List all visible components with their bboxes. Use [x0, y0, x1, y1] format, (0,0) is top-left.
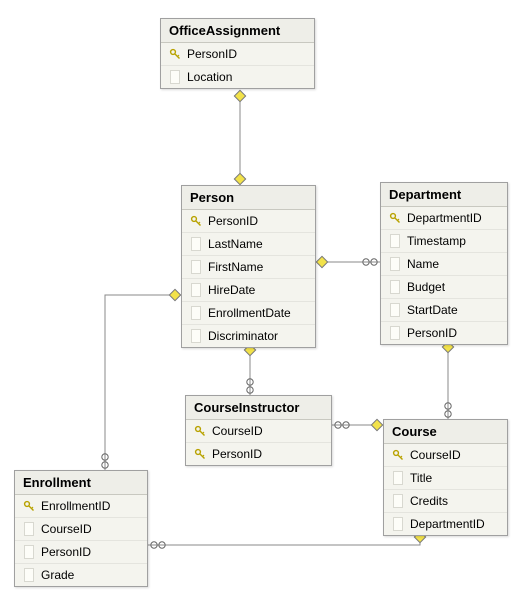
column-name: Grade	[37, 568, 74, 582]
column-name: EnrollmentID	[37, 499, 110, 513]
rel-person-courseinstructor	[244, 344, 255, 395]
column-row[interactable]: CourseID	[15, 517, 147, 540]
blank-key	[390, 494, 406, 508]
key-icon	[192, 448, 208, 460]
column-row[interactable]: HireDate	[182, 278, 315, 301]
column-name: CourseID	[208, 424, 263, 438]
entity-columns: CourseID PersonID	[186, 420, 331, 465]
pk-column-row[interactable]: PersonID	[182, 210, 315, 232]
column-row[interactable]: Location	[161, 65, 314, 88]
column-row[interactable]: Timestamp	[381, 229, 507, 252]
key-icon	[188, 215, 204, 227]
rel-person-enrollment	[102, 289, 181, 470]
entity-columns: CourseID Title Credits DepartmentID	[384, 444, 507, 535]
column-row[interactable]: FirstName	[182, 255, 315, 278]
column-row[interactable]: DepartmentID	[384, 512, 507, 535]
column-name: DepartmentID	[406, 517, 485, 531]
column-name: CourseID	[406, 448, 461, 462]
blank-key	[188, 260, 204, 274]
key-icon	[192, 425, 208, 437]
key-icon	[387, 212, 403, 224]
blank-key	[21, 522, 37, 536]
entity-person[interactable]: Person PersonID LastName FirstName HireDate…	[181, 185, 316, 348]
column-name: PersonID	[208, 447, 262, 461]
blank-key	[21, 545, 37, 559]
column-name: Budget	[403, 280, 445, 294]
entity-columns: PersonID Location	[161, 43, 314, 88]
entity-title: Person	[182, 186, 315, 210]
pk-column-row[interactable]: PersonID	[161, 43, 314, 65]
column-name: Timestamp	[403, 234, 466, 248]
rel-person-department	[316, 256, 380, 267]
entity-title: Department	[381, 183, 507, 207]
column-row[interactable]: Grade	[15, 563, 147, 586]
column-name: StartDate	[403, 303, 458, 317]
blank-key	[387, 326, 403, 340]
column-name: Discriminator	[204, 329, 278, 343]
column-row[interactable]: Title	[384, 466, 507, 489]
entity-title: CourseInstructor	[186, 396, 331, 420]
blank-key	[188, 329, 204, 343]
column-name: Credits	[406, 494, 448, 508]
column-row[interactable]: Name	[381, 252, 507, 275]
entity-course[interactable]: Course CourseID Title Credits DepartmentID	[383, 419, 508, 536]
rel-courseinstructor-course	[332, 419, 383, 430]
column-row[interactable]: PersonID	[381, 321, 507, 344]
blank-key	[188, 237, 204, 251]
blank-key	[387, 257, 403, 271]
column-row[interactable]: LastName	[182, 232, 315, 255]
pk-column-row[interactable]: DepartmentID	[381, 207, 507, 229]
column-name: HireDate	[204, 283, 255, 297]
pk-column-row[interactable]: EnrollmentID	[15, 495, 147, 517]
column-name: DepartmentID	[403, 211, 482, 225]
key-icon	[21, 500, 37, 512]
column-name: Title	[406, 471, 432, 485]
column-row[interactable]: PersonID	[15, 540, 147, 563]
column-name: PersonID	[204, 214, 258, 228]
pk-column-row[interactable]: PersonID	[186, 442, 331, 465]
key-icon	[167, 48, 183, 60]
pk-column-row[interactable]: CourseID	[186, 420, 331, 442]
entity-enrollment[interactable]: Enrollment EnrollmentID CourseID PersonID G…	[14, 470, 148, 587]
blank-key	[387, 234, 403, 248]
column-name: FirstName	[204, 260, 263, 274]
blank-key	[387, 280, 403, 294]
column-name: PersonID	[403, 326, 457, 340]
entity-title: OfficeAssignment	[161, 19, 314, 43]
entity-officeassignment[interactable]: OfficeAssignment PersonID Location	[160, 18, 315, 89]
blank-key	[167, 70, 183, 84]
blank-key	[390, 471, 406, 485]
column-row[interactable]: Discriminator	[182, 324, 315, 347]
blank-key	[188, 283, 204, 297]
entity-columns: EnrollmentID CourseID PersonID Grade	[15, 495, 147, 586]
column-name: Location	[183, 70, 232, 84]
entity-columns: DepartmentID Timestamp Name Budget StartDate…	[381, 207, 507, 344]
entity-columns: PersonID LastName FirstName HireDate Enrollm…	[182, 210, 315, 347]
rel-officeassignment-person	[234, 90, 245, 185]
entity-title: Course	[384, 420, 507, 444]
entity-title: Enrollment	[15, 471, 147, 495]
column-name: LastName	[204, 237, 263, 251]
column-row[interactable]: StartDate	[381, 298, 507, 321]
column-name: PersonID	[183, 47, 237, 61]
column-name: Name	[403, 257, 439, 271]
entity-department[interactable]: Department DepartmentID Timestamp Name Budg…	[380, 182, 508, 345]
entity-courseinstructor[interactable]: CourseInstructor CourseID PersonID	[185, 395, 332, 466]
blank-key	[390, 517, 406, 531]
column-row[interactable]: Budget	[381, 275, 507, 298]
key-icon	[390, 449, 406, 461]
column-row[interactable]: EnrollmentDate	[182, 301, 315, 324]
column-name: PersonID	[37, 545, 91, 559]
column-row[interactable]: Credits	[384, 489, 507, 512]
column-name: EnrollmentDate	[204, 306, 291, 320]
blank-key	[188, 306, 204, 320]
pk-column-row[interactable]: CourseID	[384, 444, 507, 466]
column-name: CourseID	[37, 522, 92, 536]
blank-key	[21, 568, 37, 582]
er-diagram-canvas: OfficeAssignment PersonID Location Person…	[0, 0, 523, 603]
blank-key	[387, 303, 403, 317]
rel-department-course	[442, 341, 453, 419]
